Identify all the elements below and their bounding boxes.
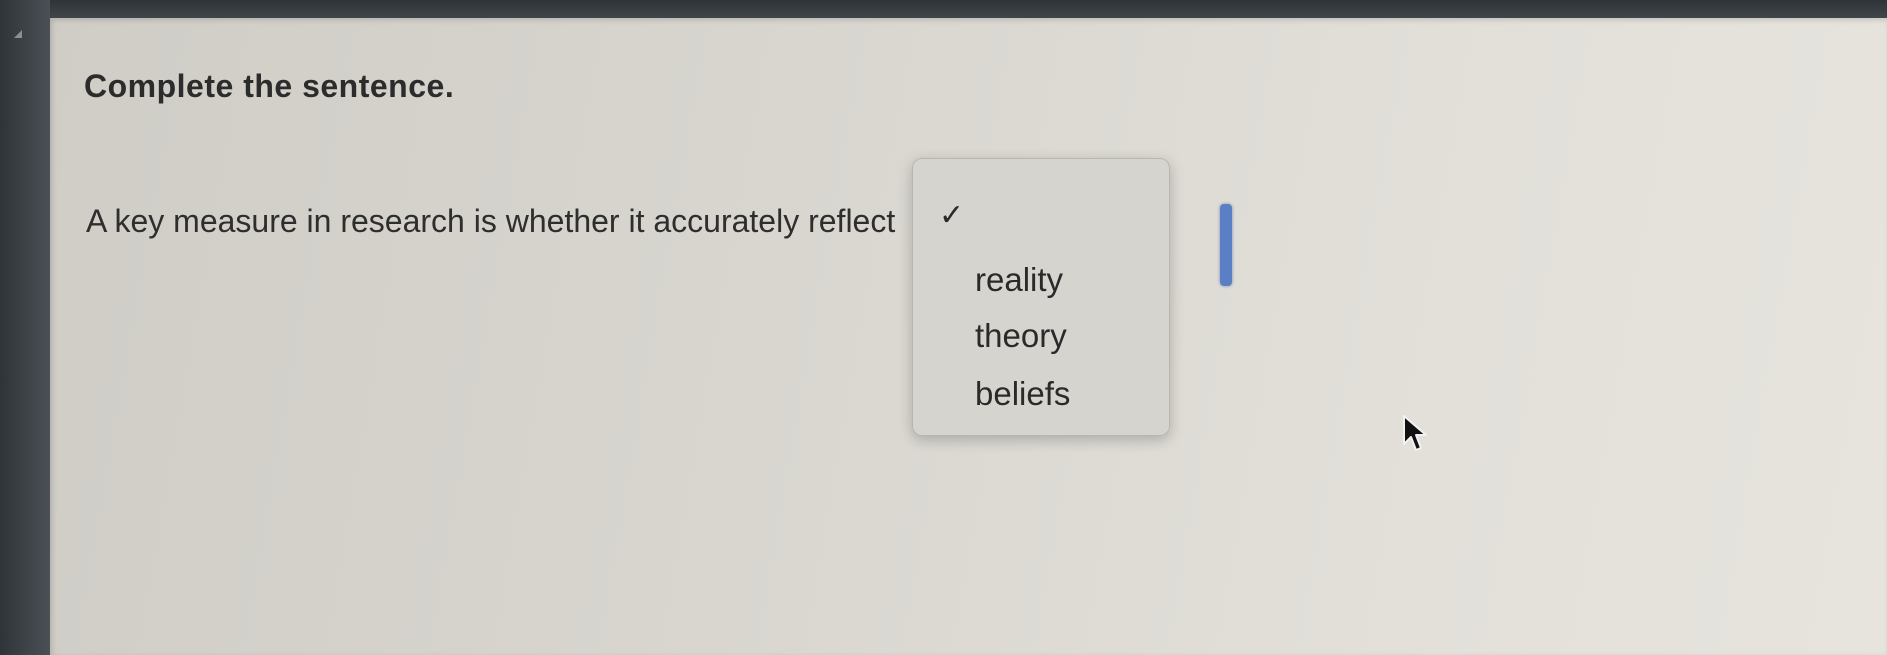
window-left-edge bbox=[0, 0, 50, 655]
dropdown-option-blank[interactable]: ✓ bbox=[913, 191, 1169, 241]
option-label: beliefs bbox=[975, 375, 1071, 412]
option-label: theory bbox=[975, 317, 1067, 354]
answer-dropdown-menu[interactable]: ✓ reality theory beliefs bbox=[912, 158, 1170, 436]
question-sentence: A key measure in research is whether it … bbox=[86, 203, 896, 239]
question-title: Complete the sentence. bbox=[84, 68, 455, 104]
window-top-bar bbox=[0, 0, 1887, 20]
corner-arrow-icon bbox=[14, 30, 22, 38]
dropdown-option-theory[interactable]: theory bbox=[913, 311, 1169, 361]
checkmark-icon: ✓ bbox=[939, 199, 965, 232]
answer-select-focus-edge[interactable] bbox=[1220, 204, 1232, 286]
option-label: reality bbox=[975, 261, 1064, 298]
dropdown-option-reality[interactable]: reality bbox=[913, 255, 1169, 305]
dropdown-option-beliefs[interactable]: beliefs bbox=[913, 369, 1169, 419]
